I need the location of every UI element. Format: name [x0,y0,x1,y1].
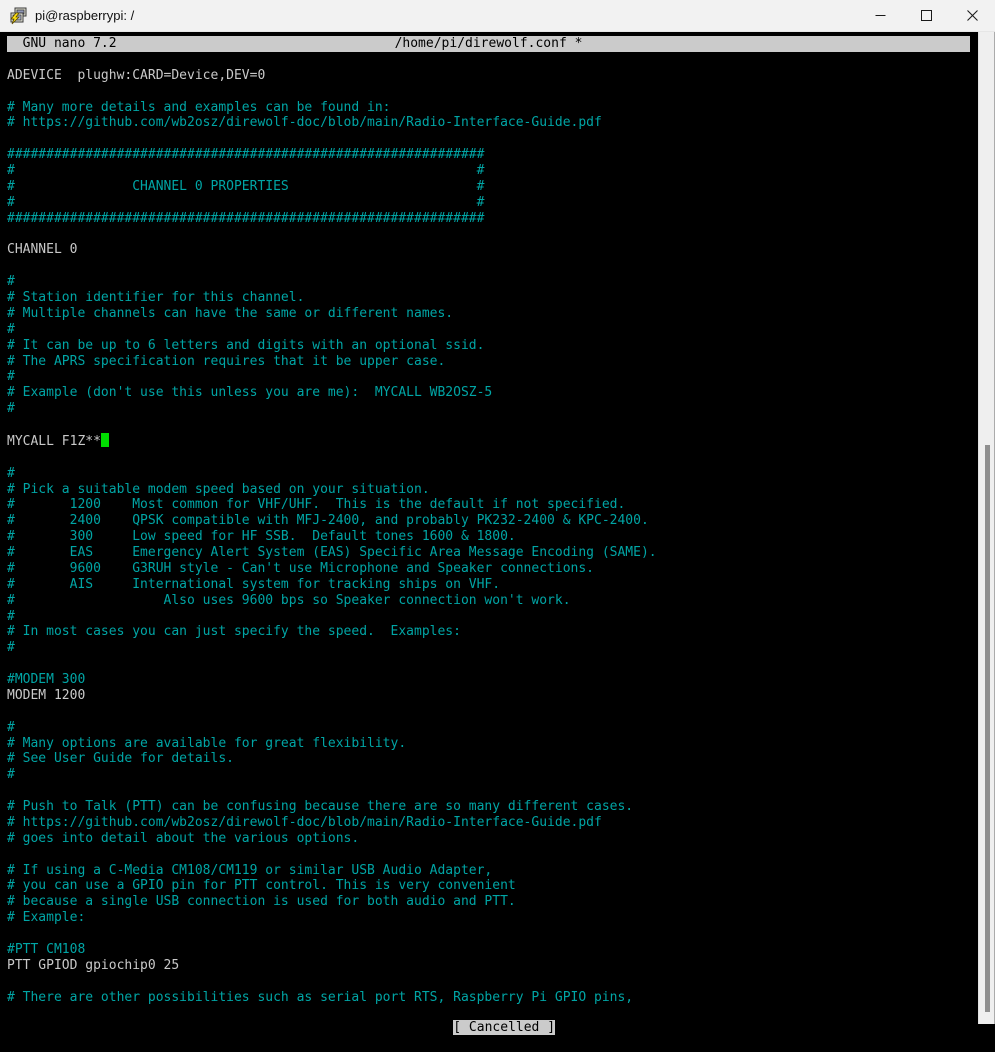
terminal-line: ADEVICE plughw:CARD=Device,DEV=0 [7,68,657,84]
nano-titlebar: /home/pi/direwolf.conf * GNU nano 7.2 [7,36,970,52]
terminal-line: # Example: [7,910,657,926]
terminal-line: # https://github.com/wb2osz/direwolf-doc… [7,815,657,831]
nano-file-path: /home/pi/direwolf.conf * [7,36,970,52]
window-title: pi@raspberrypi: / [35,8,134,23]
nano-status-row: [ Cancelled ] [7,1005,970,1021]
terminal-screen[interactable]: /home/pi/direwolf.conf * GNU nano 7.2 AD… [0,32,978,1024]
terminal-line [7,926,657,942]
minimize-button[interactable] [857,0,903,31]
terminal-line: # [7,720,657,736]
terminal-line: PTT GPIOD gpiochip0 25 [7,958,657,974]
terminal-line [7,417,657,433]
terminal-line [7,227,657,243]
terminal-line: # https://github.com/wb2osz/direwolf-doc… [7,115,657,131]
terminal-line: # Also uses 9600 bps so Speaker connecti… [7,593,657,609]
terminal-line [7,258,657,274]
terminal-line [7,450,657,466]
terminal-line: # [7,369,657,385]
terminal-line: # [7,640,657,656]
terminal-cursor [101,433,109,447]
terminal-line [7,783,657,799]
terminal-line: # CHANNEL 0 PROPERTIES # [7,179,657,195]
putty-icon [9,7,27,25]
terminal-line: # Pick a suitable modem speed based on y… [7,482,657,498]
nano-app-version: GNU nano 7.2 [7,36,117,52]
terminal-line: CHANNEL 0 [7,242,657,258]
terminal-line [7,656,657,672]
minimize-icon [875,10,886,21]
terminal-line [7,847,657,863]
terminal-line: # Multiple channels can have the same or… [7,306,657,322]
terminal-line [7,84,657,100]
terminal-line [7,974,657,990]
terminal-line: ########################################… [7,211,657,227]
terminal-line: # See User Guide for details. [7,751,657,767]
close-icon [967,10,978,21]
terminal-line: # Many more details and examples can be … [7,100,657,116]
terminal-line: # There are other possibilities such as … [7,990,657,1006]
terminal-line: # The APRS specification requires that i… [7,354,657,370]
terminal-line: # 9600 G3RUH style - Can't use Microphon… [7,561,657,577]
scrollbar[interactable] [978,32,995,1024]
terminal-line: MODEM 1200 [7,688,657,704]
terminal-line: # [7,274,657,290]
terminal-line: MYCALL F1Z** [7,433,657,450]
terminal-line: # you can use a GPIO pin for PTT control… [7,878,657,894]
terminal-content: ADEVICE plughw:CARD=Device,DEV=0 # Many m… [7,68,657,1006]
window-controls [857,0,995,31]
terminal-line: # In most cases you can just specify the… [7,624,657,640]
maximize-button[interactable] [903,0,949,31]
terminal-line: # # [7,195,657,211]
terminal-line: # [7,322,657,338]
terminal-line: #MODEM 300 [7,672,657,688]
terminal-line: # because a single USB connection is use… [7,894,657,910]
terminal-line: # [7,466,657,482]
terminal-line: # [7,609,657,625]
close-button[interactable] [949,0,995,31]
terminal-line: #PTT CM108 [7,942,657,958]
terminal-line: # [7,401,657,417]
terminal-line: # goes into detail about the various opt… [7,831,657,847]
terminal-line: # Push to Talk (PTT) can be confusing be… [7,799,657,815]
terminal-line: # Example (don't use this unless you are… [7,385,657,401]
terminal-line: # # [7,163,657,179]
terminal-line: # 300 Low speed for HF SSB. Default tone… [7,529,657,545]
terminal-line: # It can be up to 6 letters and digits w… [7,338,657,354]
terminal-line: # If using a C-Media CM108/CM119 or simi… [7,863,657,879]
terminal-line: # 2400 QPSK compatible with MFJ-2400, an… [7,513,657,529]
terminal-line: # EAS Emergency Alert System (EAS) Speci… [7,545,657,561]
nano-status-message: [ Cancelled ] [453,1020,555,1035]
terminal-line: # Station identifier for this channel. [7,290,657,306]
terminal-line: # 1200 Most common for VHF/UHF. This is … [7,497,657,513]
terminal-line: # [7,767,657,783]
terminal-line [7,131,657,147]
terminal-line: # Many options are available for great f… [7,736,657,752]
scrollbar-thumb[interactable] [985,445,990,1012]
terminal-line: # AIS International system for tracking … [7,577,657,593]
terminal-line: ########################################… [7,147,657,163]
window-titlebar: pi@raspberrypi: / [0,0,995,32]
terminal-line [7,704,657,720]
maximize-icon [921,10,932,21]
